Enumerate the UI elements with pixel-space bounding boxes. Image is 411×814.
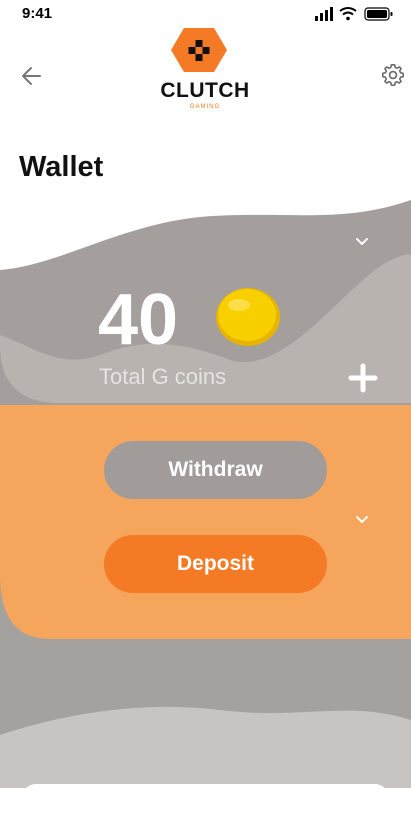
withdraw-button[interactable]: Withdraw: [104, 441, 327, 499]
settings-gear-icon: [381, 63, 405, 87]
page-title: Wallet: [19, 151, 104, 183]
coin-icon: [216, 288, 280, 346]
status-bar: 9:41: [0, 0, 411, 28]
brand-logo-subtext: GAMING: [189, 104, 221, 110]
status-time: 9:41: [22, 5, 53, 22]
battery-icon: [364, 7, 393, 21]
chevron-down-icon: [356, 516, 368, 523]
settings-button[interactable]: [380, 62, 410, 90]
signal-icon: [315, 7, 333, 21]
coin-balance-label: Total G coins: [99, 364, 227, 389]
gamepad-logo-icon: [171, 28, 227, 72]
add-coins-button[interactable]: [346, 361, 380, 395]
wifi-icon: [339, 7, 357, 21]
chevron-down-icon: [356, 238, 368, 245]
deposit-button[interactable]: Deposit: [104, 535, 327, 593]
actions-dropdown-toggle[interactable]: [350, 509, 374, 529]
plus-icon: [348, 363, 378, 393]
balance-dropdown-toggle[interactable]: [350, 231, 374, 251]
coin-balance-amount: 40: [98, 280, 179, 360]
back-button[interactable]: [18, 62, 48, 90]
back-arrow-icon: [22, 67, 41, 85]
status-icons: [315, 7, 393, 21]
bottom-card: [22, 784, 389, 814]
brand-logo-text: CLUTCH: [160, 79, 250, 102]
